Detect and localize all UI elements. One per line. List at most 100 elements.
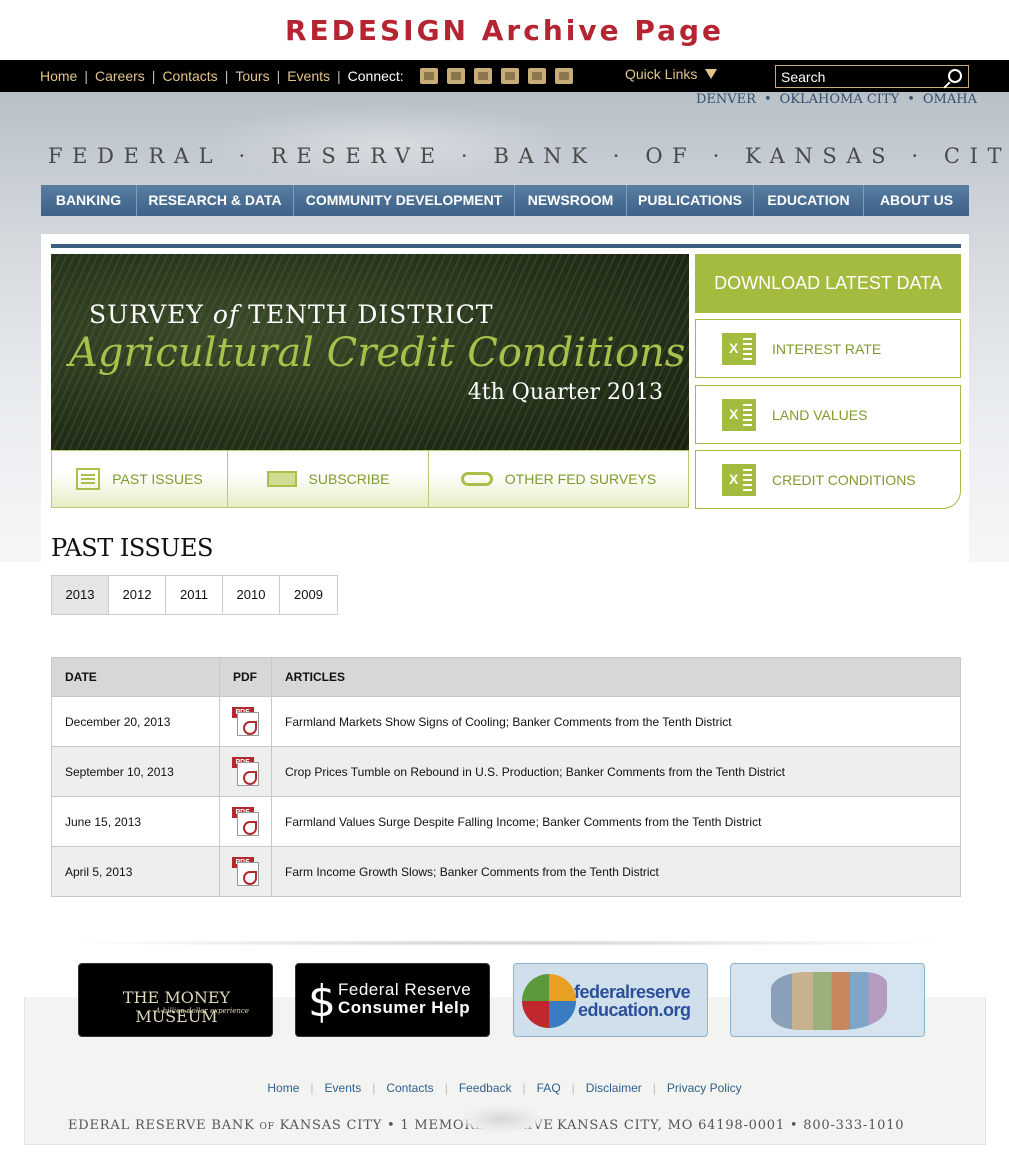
nav-publications[interactable]: PUBLICATIONS (627, 185, 754, 216)
branch-cities: DENVER • OKLAHOMA CITY • OMAHA (696, 92, 977, 107)
table-row: June 15, 2013 PDF Farmland Values Surge … (51, 796, 961, 847)
money-museum-banner[interactable]: THE MONEY MUSEUM A billion dollar experi… (78, 963, 273, 1037)
row-pdf: PDF (219, 796, 272, 847)
branch-oklahoma-city[interactable]: OKLAHOMA CITY (780, 92, 900, 107)
past-issues-link[interactable]: PAST ISSUES (52, 451, 228, 507)
email-icon[interactable] (419, 68, 438, 84)
separator: | (310, 1081, 314, 1095)
separator: | (224, 68, 229, 84)
nav-community-development[interactable]: COMMUNITY DEVELOPMENT (294, 185, 515, 216)
row-pdf: PDF (219, 696, 272, 747)
excel-icon (722, 463, 756, 496)
footer-link-faq[interactable]: FAQ (537, 1081, 561, 1095)
pdf-icon[interactable]: PDF (231, 806, 260, 837)
rss-icon[interactable] (446, 68, 465, 84)
linkedin-icon[interactable] (473, 68, 492, 84)
nav-about-us[interactable]: ABOUT US (864, 185, 969, 216)
banner-survey: SURVEY (89, 300, 204, 329)
other-fed-surveys-label: OTHER FED SURVEYS (504, 471, 657, 487)
tab-2012[interactable]: 2012 (109, 576, 166, 614)
district-map-banner[interactable] (730, 963, 925, 1037)
search-box (775, 65, 969, 88)
footer-link-home[interactable]: Home (267, 1081, 299, 1095)
separator: | (372, 1081, 376, 1095)
bank-name-logo[interactable]: FEDERAL · RESERVE · BANK · OF · KANSAS ·… (48, 144, 1009, 168)
separator: | (337, 68, 341, 84)
separator: • (763, 92, 772, 107)
column-header-date: DATE (51, 657, 220, 697)
branch-denver[interactable]: DENVER (696, 92, 756, 107)
consumer-help-line-1: Federal Reserve (338, 980, 472, 999)
us-map-icon (771, 972, 887, 1030)
excel-icon (722, 398, 756, 431)
nav-research-data[interactable]: RESEARCH & DATA (137, 185, 294, 216)
utility-link-tours[interactable]: Tours (235, 68, 269, 84)
download-land-values[interactable]: LAND VALUES (695, 385, 961, 444)
download-credit-conditions[interactable]: CREDIT CONDITIONS (695, 450, 961, 509)
nav-newsroom[interactable]: NEWSROOM (515, 185, 627, 216)
tab-2010[interactable]: 2010 (223, 576, 280, 614)
tab-2011[interactable]: 2011 (166, 576, 223, 614)
row-article[interactable]: Farm Income Growth Slows; Banker Comment… (271, 846, 961, 897)
connect-label: Connect: (347, 68, 404, 84)
quick-links-dropdown[interactable]: Quick Links (625, 66, 718, 82)
separator: | (84, 68, 88, 84)
pinterest-icon[interactable] (500, 68, 519, 84)
table-row: December 20, 2013 PDF Farmland Markets S… (51, 696, 961, 747)
search-input[interactable] (776, 68, 936, 85)
separator: | (276, 68, 281, 84)
envelope-icon (266, 471, 297, 487)
pdf-icon[interactable]: PDF (231, 856, 260, 887)
download-land-values-label: LAND VALUES (772, 406, 868, 423)
separator: | (652, 1081, 656, 1095)
document-icon (76, 468, 101, 490)
divider (51, 244, 961, 248)
row-pdf: PDF (219, 746, 272, 797)
row-pdf: PDF (219, 846, 272, 897)
other-fed-surveys-link[interactable]: OTHER FED SURVEYS (429, 451, 688, 507)
youtube-icon[interactable] (554, 68, 573, 84)
row-article[interactable]: Farmland Values Surge Despite Falling In… (271, 796, 961, 847)
excel-icon (722, 332, 756, 365)
consumer-help-banner[interactable]: $ Federal Reserve Consumer Help (295, 963, 490, 1037)
dollar-sign-icon: $ (308, 976, 336, 1027)
utility-link-events[interactable]: Events (287, 68, 330, 84)
footer-link-events[interactable]: Events (325, 1081, 362, 1095)
pdf-icon[interactable]: PDF (231, 756, 260, 787)
download-interest-rate-label: INTEREST RATE (772, 340, 882, 357)
footer-link-contacts[interactable]: Contacts (386, 1081, 433, 1095)
footer-link-disclaimer[interactable]: Disclaimer (586, 1081, 642, 1095)
subscribe-link[interactable]: SUBSCRIBE (228, 451, 429, 507)
separator: | (151, 68, 156, 84)
separator: | (444, 1081, 448, 1095)
row-date: April 5, 2013 (51, 846, 220, 897)
utility-link-careers[interactable]: Careers (95, 68, 145, 84)
banner-quarter: 4th Quarter 2013 (467, 380, 663, 405)
row-article[interactable]: Farmland Markets Show Signs of Cooling; … (271, 696, 961, 747)
download-latest-data-button[interactable]: DOWNLOAD LATEST DATA (695, 254, 961, 313)
banner-title: Agricultural Credit Conditions (69, 330, 686, 376)
branch-omaha[interactable]: OMAHA (923, 92, 977, 107)
tab-2009[interactable]: 2009 (280, 576, 337, 614)
pdf-icon[interactable]: PDF (231, 706, 260, 737)
nav-education[interactable]: EDUCATION (754, 185, 864, 216)
quick-links-label: Quick Links (625, 66, 698, 82)
row-article[interactable]: Crop Prices Tumble on Rebound in U.S. Pr… (271, 746, 961, 797)
utility-link-home[interactable]: Home (40, 68, 77, 84)
page-title: REDESIGN Archive Page (284, 14, 725, 47)
main-nav: BANKING RESEARCH & DATA COMMUNITY DEVELO… (41, 185, 969, 216)
table-header: DATE PDF ARTICLES (51, 657, 961, 697)
nav-banking[interactable]: BANKING (41, 185, 137, 216)
tab-2013[interactable]: 2013 (52, 576, 109, 614)
download-interest-rate[interactable]: INTEREST RATE (695, 319, 961, 378)
fed-education-line-2: education.org (578, 1000, 691, 1020)
twitter-icon[interactable] (527, 68, 546, 84)
year-tabs: 2013 2012 2011 2010 2009 (51, 575, 338, 615)
footer-link-privacy-policy[interactable]: Privacy Policy (667, 1081, 742, 1095)
separator: | (571, 1081, 575, 1095)
utility-link-contacts[interactable]: Contacts (162, 68, 217, 84)
banner-of: of (212, 300, 240, 329)
search-icon[interactable] (948, 69, 962, 83)
footer-link-feedback[interactable]: Feedback (459, 1081, 512, 1095)
fed-education-banner[interactable]: federalreserve education.org (513, 963, 708, 1037)
